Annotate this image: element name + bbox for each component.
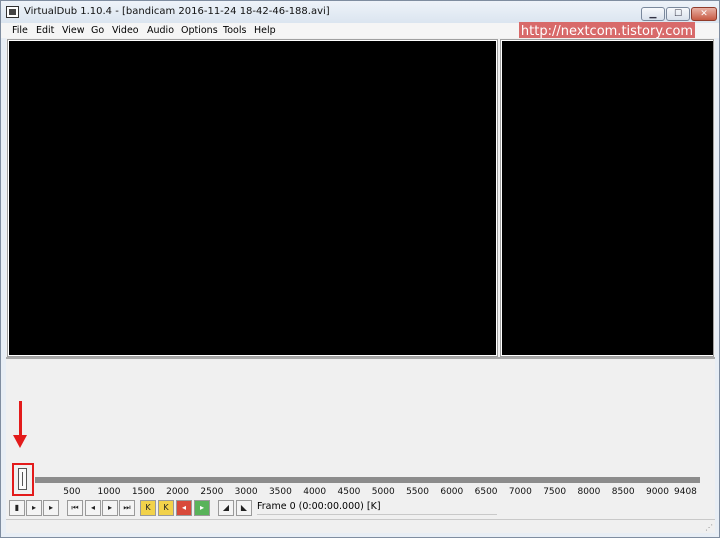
toolbar-scene-fwd-button[interactable]: ▸: [194, 500, 210, 516]
toolbar-next-key-button[interactable]: K: [158, 500, 174, 516]
timeline-tick-label: 3500: [268, 487, 292, 497]
menu-tools[interactable]: Tools: [223, 25, 246, 36]
timeline-tick-label: 3000: [234, 487, 258, 497]
toolbar-mark-out-button[interactable]: ◣: [236, 500, 252, 516]
timeline-tick-label: 5500: [406, 487, 429, 497]
annotation-highlight-box: [12, 463, 34, 496]
menu-edit[interactable]: Edit: [36, 25, 54, 36]
timeline-tick-label: 6500: [474, 487, 498, 497]
window-title: VirtualDub 1.10.4 - [bandicam 2016-11-24…: [24, 6, 330, 17]
timeline-tick-label: 9408: [674, 487, 697, 497]
annotation-arrow-shaft: [19, 401, 22, 439]
toolbar-start-button[interactable]: ⏮: [67, 500, 83, 516]
close-button[interactable]: ✕: [691, 7, 717, 21]
menu-view[interactable]: View: [62, 25, 85, 36]
app-icon[interactable]: [6, 6, 19, 18]
timeline-tick-label: 2000: [166, 487, 190, 497]
toolbar-play-input-button[interactable]: ▸: [26, 500, 42, 516]
minimize-button[interactable]: ▁: [641, 7, 665, 21]
pane-separator: [6, 357, 715, 359]
menu-video[interactable]: Video: [112, 25, 139, 36]
timeline-tick-label: 4000: [303, 487, 327, 497]
menu-file[interactable]: File: [12, 25, 28, 36]
timeline-tick-label: 9000: [646, 487, 669, 497]
maximize-button[interactable]: ☐: [666, 7, 690, 21]
toolbar-end-button[interactable]: ⏭: [119, 500, 135, 516]
timeline-tick-label: 1000: [97, 487, 121, 497]
client-area: [6, 38, 715, 531]
menu-audio[interactable]: Audio: [147, 25, 174, 36]
timeline-tick-label: 6000: [440, 487, 464, 497]
timeline-tick-label: 8000: [577, 487, 601, 497]
timeline-tick-label: 4500: [337, 487, 361, 497]
timeline-tick-label: 7500: [543, 487, 567, 497]
output-video-pane[interactable]: [502, 41, 713, 355]
toolbar-prev-frame-button[interactable]: ◂: [85, 500, 101, 516]
toolbar-prev-key-button[interactable]: K: [140, 500, 156, 516]
status-bar: ⋰: [6, 519, 715, 533]
toolbar-next-frame-button[interactable]: ▸: [102, 500, 118, 516]
menu-options[interactable]: Options: [181, 25, 218, 36]
toolbar-stop-button[interactable]: ▮: [9, 500, 25, 516]
input-video-pane[interactable]: [9, 41, 496, 355]
timeline-tick-label: 2500: [200, 487, 224, 497]
resize-grip-icon[interactable]: ⋰: [705, 523, 713, 532]
toolbar-mark-in-button[interactable]: ◢: [218, 500, 234, 516]
timeline-tick-label: 5000: [371, 487, 395, 497]
annotation-arrow-head: [13, 435, 27, 448]
timeline-tick-label: 500: [63, 487, 81, 497]
timeline-tick-label: 8500: [611, 487, 635, 497]
menu-help[interactable]: Help: [254, 25, 276, 36]
timeline-tick-label: 1500: [131, 487, 155, 497]
title-bar[interactable]: VirtualDub 1.10.4 - [bandicam 2016-11-24…: [1, 1, 719, 23]
virtualdub-window: VirtualDub 1.10.4 - [bandicam 2016-11-24…: [0, 0, 720, 538]
timeline-tick-label: 7000: [508, 487, 532, 497]
timeline-track[interactable]: [35, 477, 700, 483]
toolbar-play-output-button[interactable]: ▸: [43, 500, 59, 516]
menu-go[interactable]: Go: [91, 25, 104, 36]
frame-info: Frame 0 (0:00:00.000) [K]: [257, 501, 497, 515]
toolbar-scene-back-button[interactable]: ◂: [176, 500, 192, 516]
